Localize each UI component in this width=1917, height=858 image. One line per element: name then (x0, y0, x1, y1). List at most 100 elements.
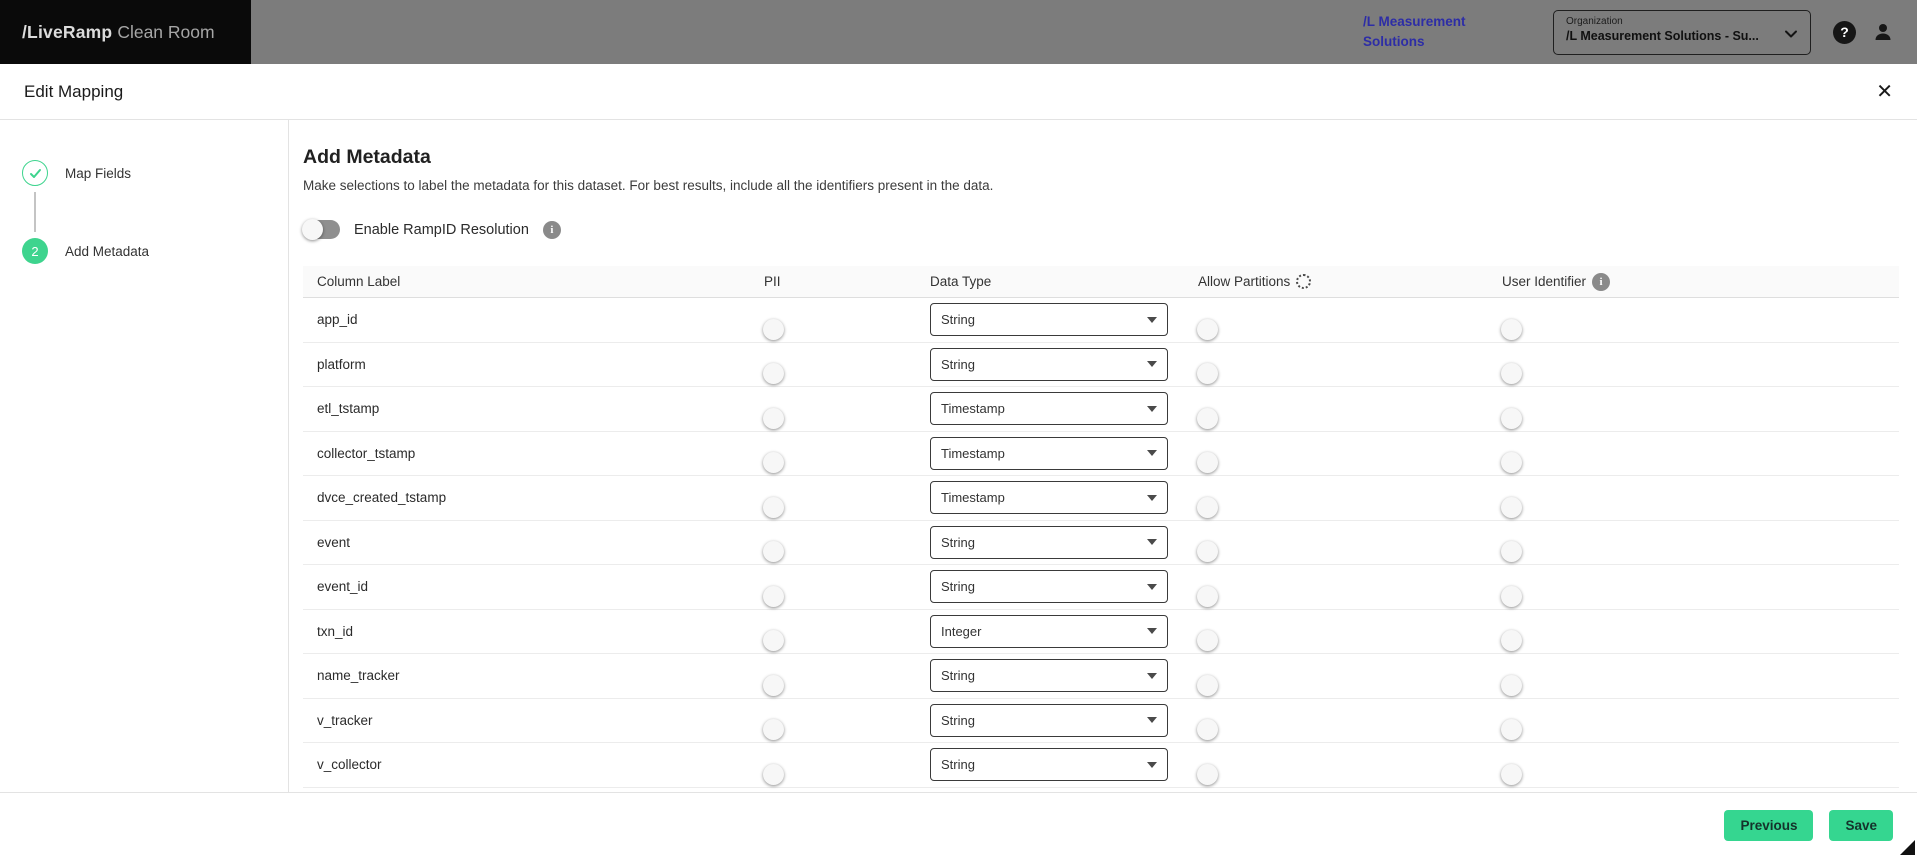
column-label: name_tracker (317, 668, 400, 684)
table-row: dvce_created_tstamp Timestamp (303, 476, 1899, 521)
caret-down-icon (1147, 672, 1157, 679)
table-row: v_tracker String (303, 699, 1899, 743)
data-type-select[interactable]: Timestamp (930, 481, 1168, 515)
data-type-select[interactable]: String (930, 748, 1168, 782)
metadata-table: Column Label PII Data Type Allow Partiti… (303, 266, 1899, 788)
toggle-thumb (1197, 630, 1218, 652)
toggle-thumb (1197, 452, 1218, 474)
column-header-data-type: Data Type (930, 274, 992, 289)
toggle-thumb (1501, 674, 1522, 696)
data-type-select[interactable]: Integer (930, 614, 1168, 648)
data-type-value: Integer (941, 623, 982, 639)
app-root: /LiveRamp Clean Room /L Measurement Solu… (0, 0, 1917, 858)
step-label: Add Metadata (65, 243, 150, 259)
data-type-select[interactable]: String (930, 703, 1168, 737)
column-label: txn_id (317, 623, 354, 639)
toggle-thumb (763, 585, 784, 607)
toggle-thumb (1501, 585, 1522, 607)
toggle-thumb (1501, 363, 1522, 385)
data-type-cell: String (930, 570, 1198, 604)
toggle-thumb (1501, 763, 1522, 785)
page-description: Make selections to label the metadata fo… (303, 178, 994, 193)
user-identifier-text: User Identifier (1502, 274, 1587, 289)
toggle-thumb (1501, 318, 1522, 340)
mouse-cursor (1900, 840, 1915, 855)
toggle-thumb (1501, 541, 1522, 563)
rampid-resolution-toggle[interactable] (302, 219, 340, 240)
account-name-link[interactable]: /L Measurement Solutions (1363, 12, 1511, 51)
help-icon[interactable]: ? (1833, 20, 1856, 44)
top-navbar: /LiveRamp Clean Room /L Measurement Solu… (0, 0, 1917, 64)
data-type-cell: Timestamp (930, 392, 1198, 426)
data-type-value: String (941, 712, 975, 728)
toggle-thumb (763, 630, 784, 652)
caret-down-icon (1147, 539, 1157, 546)
allow-partitions-text: Allow Partitions (1198, 274, 1291, 289)
caret-down-icon (1147, 717, 1157, 724)
table-body: app_id String platform String etl_tstamp… (303, 298, 1899, 788)
data-type-cell: String (930, 303, 1198, 337)
organization-value: /L Measurement Solutions - Su... (1566, 28, 1759, 43)
main-content: Add Metadata Make selections to label th… (289, 120, 1917, 792)
toggle-thumb (1197, 496, 1218, 518)
column-label: event (317, 534, 351, 550)
table-row: v_collector String (303, 743, 1899, 788)
toggle-thumb (1197, 363, 1218, 385)
previous-button[interactable]: Previous (1724, 810, 1814, 841)
step-sidebar: Map Fields 2 Add Metadata (0, 120, 289, 792)
liveramp-logo: /LiveRamp Clean Room (0, 0, 251, 64)
step-map-fields[interactable]: Map Fields (0, 160, 288, 186)
data-type-cell: String (930, 748, 1198, 782)
table-row: platform String (303, 343, 1899, 387)
rampid-resolution-label: Enable RampID Resolution (354, 221, 529, 238)
toggle-thumb (763, 363, 784, 385)
data-type-select[interactable]: String (930, 525, 1168, 559)
step-add-metadata[interactable]: 2 Add Metadata (0, 238, 288, 264)
data-type-cell: String (930, 525, 1198, 559)
data-type-select[interactable]: String (930, 659, 1168, 693)
data-type-value: String (941, 579, 975, 595)
toggle-thumb (1501, 407, 1522, 429)
close-icon[interactable]: ✕ (1876, 82, 1893, 102)
brand-name: /LiveRamp (22, 21, 113, 42)
rampid-resolution-row: Enable RampID Resolution i (302, 219, 1917, 240)
toggle-thumb (1197, 585, 1218, 607)
toggle-thumb (763, 719, 784, 741)
data-type-value: Timestamp (941, 445, 1005, 461)
data-type-select[interactable]: String (930, 347, 1168, 381)
toggle-thumb (1501, 452, 1522, 474)
toggle-thumb (1197, 318, 1218, 340)
save-button[interactable]: Save (1829, 810, 1893, 841)
data-type-cell: String (930, 347, 1198, 381)
info-icon[interactable]: i (542, 220, 561, 239)
column-label: dvce_created_tstamp (317, 490, 447, 506)
column-label: app_id (317, 312, 358, 328)
info-icon[interactable]: i (1592, 272, 1611, 291)
toggle-thumb (302, 219, 323, 240)
data-type-select[interactable]: String (930, 570, 1168, 604)
toggle-thumb (1197, 674, 1218, 696)
data-type-cell: Integer (930, 614, 1198, 648)
data-type-value: String (941, 312, 975, 328)
column-header-allow-partitions: Allow Partitions (1198, 274, 1502, 289)
user-account-icon[interactable] (1871, 20, 1895, 44)
loading-spinner-icon (1296, 274, 1312, 289)
toggle-thumb (763, 674, 784, 696)
caret-down-icon (1147, 494, 1157, 501)
toggle-thumb (1501, 496, 1522, 518)
organization-dropdown[interactable]: Organization /L Measurement Solutions - … (1553, 9, 1811, 55)
column-label: platform (317, 356, 366, 372)
toggle-thumb (1197, 407, 1218, 429)
data-type-select[interactable]: String (930, 303, 1168, 337)
column-label: etl_tstamp (317, 401, 380, 417)
data-type-select[interactable]: Timestamp (930, 392, 1168, 426)
page-title: Add Metadata (303, 146, 431, 168)
toggle-thumb (763, 407, 784, 429)
column-label: v_collector (317, 757, 382, 773)
data-type-value: String (941, 757, 975, 773)
column-label: collector_tstamp (317, 445, 416, 461)
toggle-thumb (1197, 719, 1218, 741)
data-type-select[interactable]: Timestamp (930, 436, 1168, 470)
toggle-thumb (763, 763, 784, 785)
toggle-thumb (763, 318, 784, 340)
